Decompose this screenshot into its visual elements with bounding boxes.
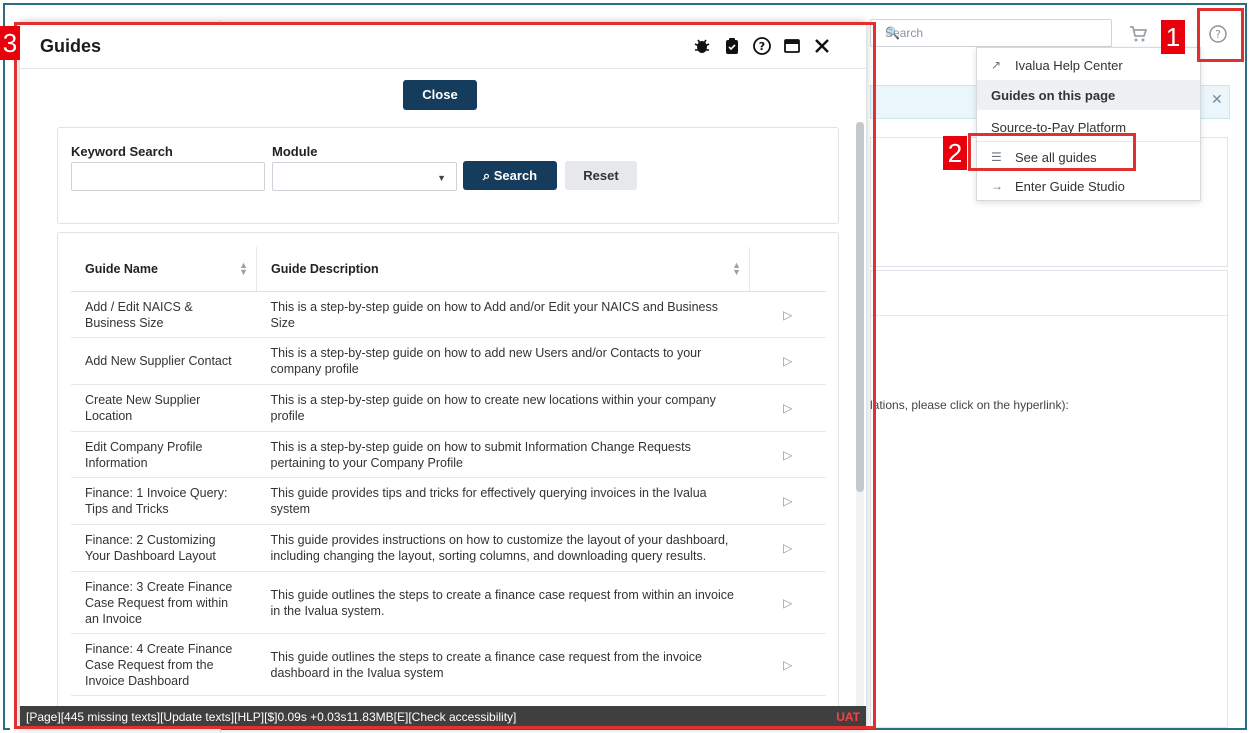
- menu-item-enter-guide-studio[interactable]: → Enter Guide Studio: [977, 171, 1200, 201]
- enter-icon: →: [991, 179, 1003, 193]
- external-link-icon: ↗: [991, 58, 1002, 72]
- annotation-box-2: [968, 133, 1136, 171]
- cart-icon[interactable]: [1128, 24, 1148, 44]
- menu-section-guides-on-page: Guides on this page: [977, 80, 1200, 110]
- annotation-marker-2: 2: [943, 136, 967, 170]
- background-card: [870, 270, 1228, 728]
- menu-item-source-to-pay[interactable]: Source-to-Pay Platform: [977, 112, 1200, 134]
- global-search-input[interactable]: 🔍 Search: [870, 19, 1112, 47]
- banner-close-icon[interactable]: ✕: [1211, 91, 1223, 108]
- global-search-placeholder: Search: [885, 26, 924, 40]
- menu-item-help-center[interactable]: ↗ Ivalua Help Center: [977, 50, 1200, 80]
- background-note-text: lations, please click on the hyperlink):: [870, 398, 1069, 412]
- annotation-box-3: [14, 22, 876, 729]
- annotation-marker-1: 1: [1161, 20, 1185, 54]
- annotation-marker-3: 3: [0, 26, 20, 60]
- help-dropdown-menu: ↗ Ivalua Help Center Guides on this page…: [976, 47, 1201, 201]
- annotation-box-1: [1197, 8, 1244, 62]
